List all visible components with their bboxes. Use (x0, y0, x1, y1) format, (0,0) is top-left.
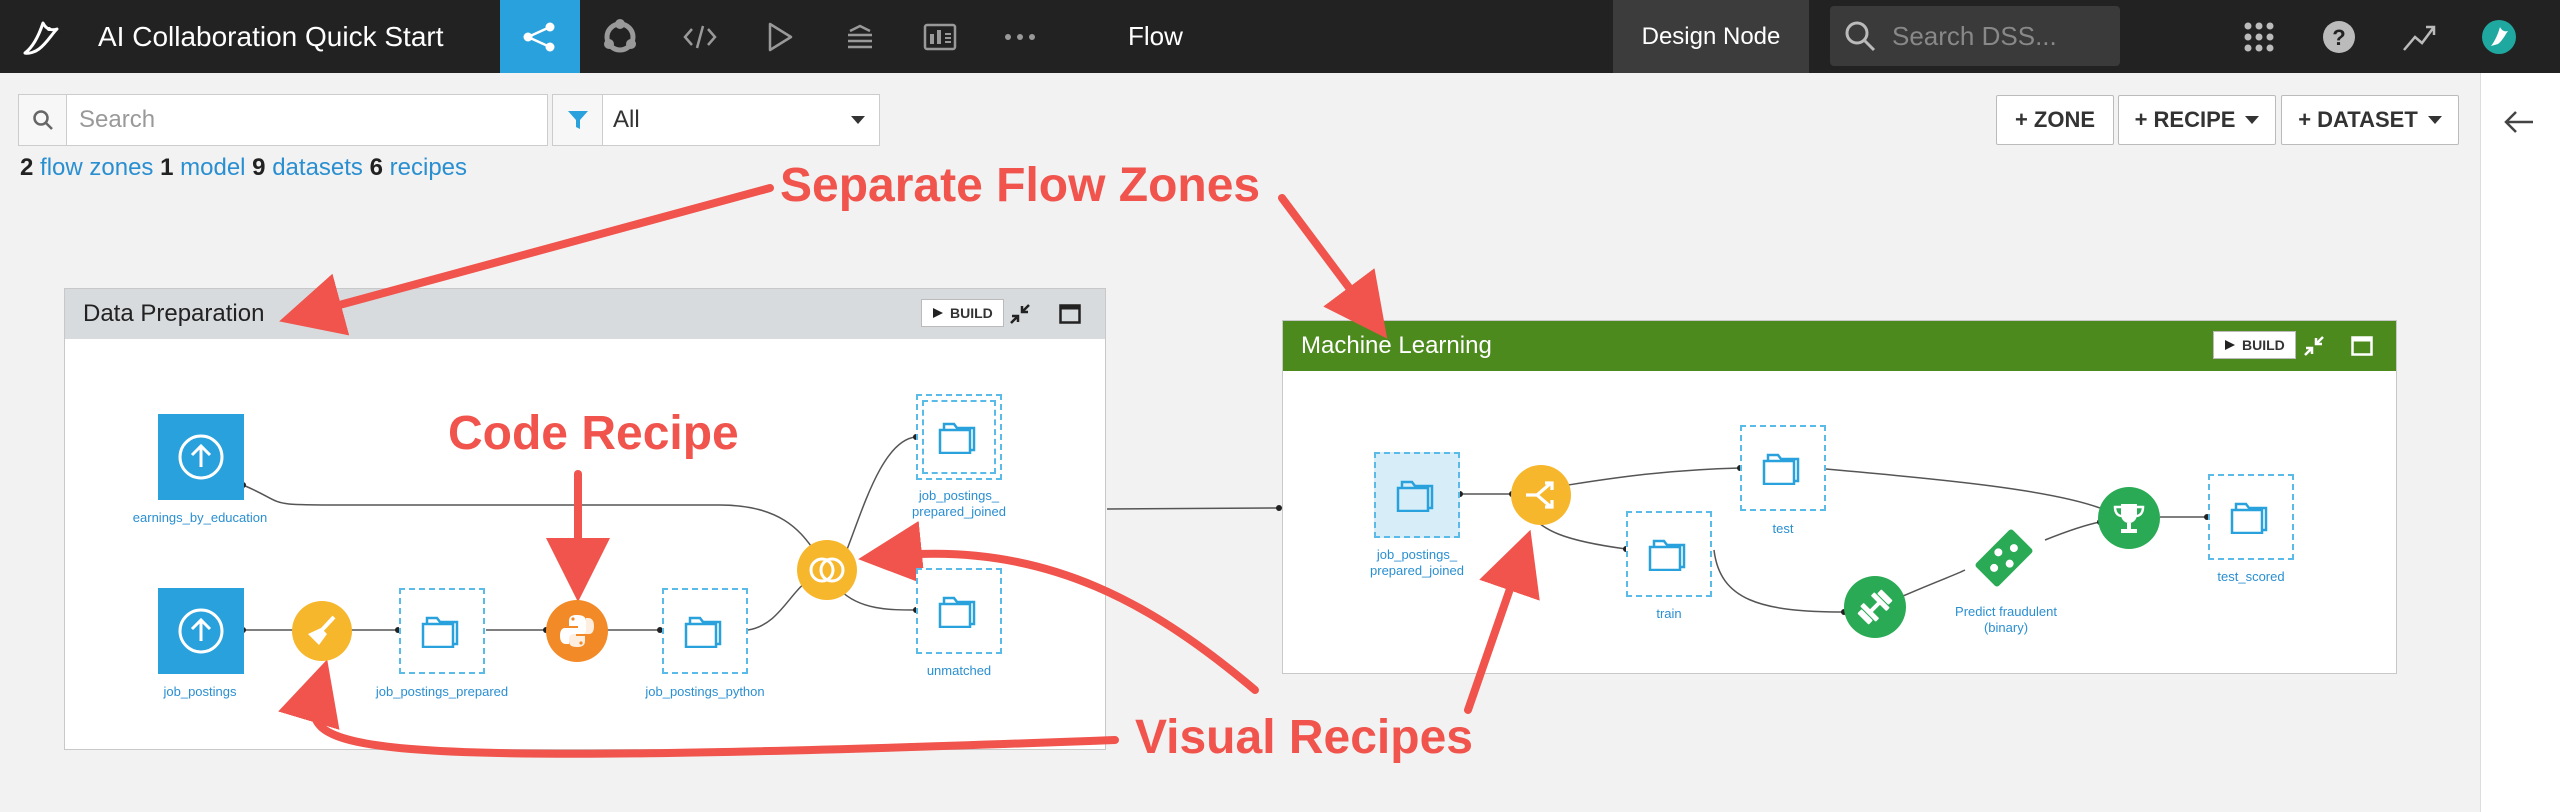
annotation-visual-recipes: Visual Recipes (1135, 711, 1473, 764)
folder-icon (421, 616, 459, 648)
dataset-job-postings-prepared[interactable] (399, 588, 485, 674)
dataset-train[interactable] (1626, 511, 1712, 597)
annotation-arrow (279, 184, 774, 336)
folder-icon (1396, 480, 1434, 512)
node-label: job_postings_python (645, 684, 765, 699)
folder-icon (1648, 539, 1686, 571)
node-label: job_postings_prepared (375, 684, 509, 699)
saved-model-predict-fraudulent[interactable] (1962, 516, 2046, 600)
prepare-recipe[interactable] (292, 601, 352, 661)
edge (1561, 467, 1741, 487)
upload-icon (178, 434, 224, 480)
split-recipe[interactable] (1511, 465, 1571, 525)
dataset-job-postings-python[interactable] (662, 588, 748, 674)
annotation-arrow (1278, 194, 1388, 339)
annotation-code-recipe: Code Recipe (448, 407, 739, 460)
dataset-shared-prepared-joined[interactable] (1374, 452, 1460, 538)
train-recipe[interactable] (1844, 576, 1906, 638)
upload-dataset-job-postings[interactable] (158, 588, 244, 674)
folder-icon (938, 596, 976, 628)
edge (242, 484, 819, 556)
edge (839, 589, 917, 611)
dataset-test[interactable] (1740, 425, 1826, 511)
folder-icon (2230, 502, 2268, 534)
dumbbell-icon (1857, 589, 1893, 625)
folder-icon (684, 616, 722, 648)
join-recipe[interactable] (797, 540, 857, 600)
node-label: earnings_by_education (132, 510, 268, 525)
node-label: test_scored (2217, 569, 2285, 584)
broom-icon (308, 615, 336, 645)
score-recipe[interactable] (2098, 487, 2160, 549)
annotation-separate-flow-zones: Separate Flow Zones (780, 159, 1261, 212)
node-label: Predict fraudulent (binary) (1955, 604, 2057, 635)
annotation-arrow (1464, 529, 1540, 714)
edge (1825, 468, 2101, 509)
trophy-icon (2113, 504, 2145, 533)
edge (1106, 507, 1280, 510)
edge (1902, 569, 1966, 597)
upload-dataset-earnings[interactable] (158, 414, 244, 500)
upload-icon (178, 608, 224, 654)
node-label: job_postings_ prepared_joined (912, 488, 1006, 519)
dataset-unmatched[interactable] (916, 568, 1002, 654)
folder-icon (1762, 453, 1800, 485)
dataset-test-scored[interactable] (2208, 474, 2294, 560)
node-label: job_postings (163, 684, 237, 699)
dataset-job-postings-prepared-joined[interactable] (916, 394, 1002, 480)
edge (1713, 549, 1845, 613)
node-label: test (1772, 521, 1794, 536)
python-recipe[interactable] (546, 600, 608, 662)
edge (2044, 521, 2101, 541)
python-icon (560, 615, 594, 647)
split-icon (1526, 481, 1554, 509)
node-label: job_postings_ prepared_joined (1370, 547, 1464, 578)
model-diamond-icon (1975, 529, 2033, 587)
node-label: unmatched (926, 663, 992, 678)
node-label: train (1656, 606, 1682, 621)
join-icon (809, 557, 845, 583)
